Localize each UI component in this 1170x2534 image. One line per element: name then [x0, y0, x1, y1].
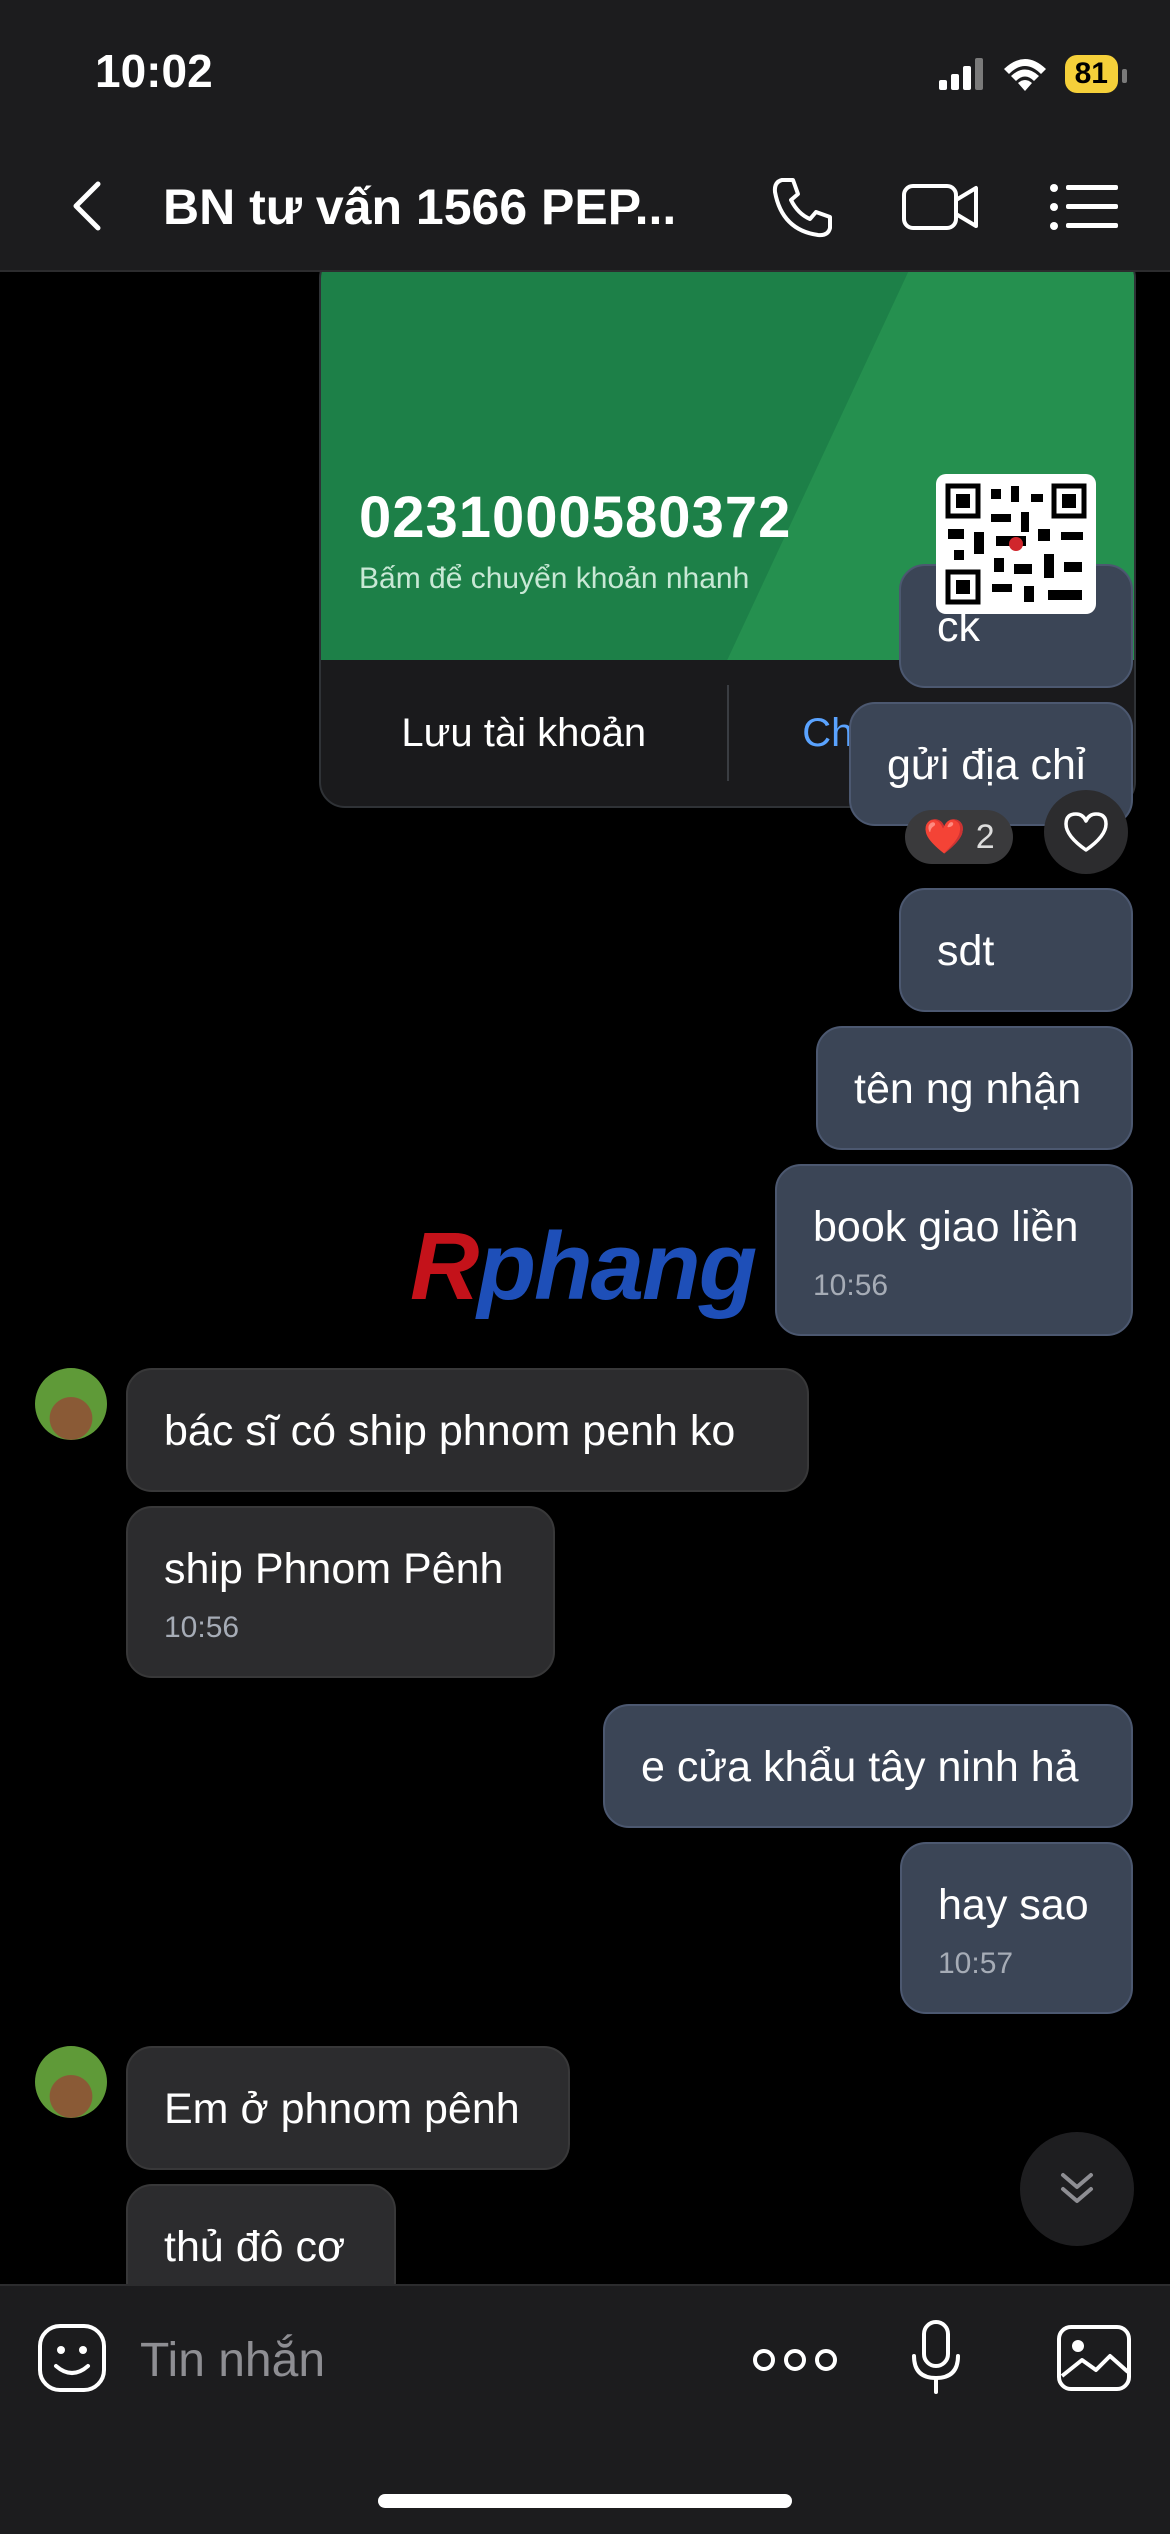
message-text: thủ đô cơ: [164, 2223, 346, 2271]
message-text: sdt: [937, 927, 995, 975]
sticker-icon[interactable]: [36, 2322, 108, 2394]
image-icon[interactable]: [1056, 2324, 1132, 2392]
chat-messages[interactable]: 0231000580372 Bấm để chuyển khoản nhanh: [0, 272, 1170, 2284]
message-composer: [0, 2284, 1170, 2534]
transfer-hint: Bấm để chuyển khoản nhanh: [359, 562, 750, 595]
message-time: 10:56: [813, 1269, 889, 1302]
video-call-icon[interactable]: [900, 172, 980, 242]
message-text: e cửa khẩu tây ninh hả: [641, 1743, 1079, 1791]
phone-icon[interactable]: [768, 172, 838, 242]
menu-icon[interactable]: [1046, 172, 1120, 242]
signal-icon: [938, 58, 983, 90]
save-account-button[interactable]: Lưu tài khoản: [321, 711, 727, 756]
more-options-icon[interactable]: [752, 2340, 838, 2380]
message-bubble[interactable]: bác sĩ có ship phnom penh ko: [126, 1368, 809, 1492]
message-bubble[interactable]: book giao liền 10:56: [775, 1164, 1133, 1336]
message-bubble[interactable]: ship Phnom Pênh 10:56: [126, 1506, 555, 1678]
message-bubble[interactable]: tên ng nhận: [816, 1026, 1133, 1150]
message-time: 10:57: [938, 1947, 1014, 1980]
message-bubble[interactable]: hay sao 10:57: [900, 1842, 1133, 2014]
chat-header: BN tư vấn 1566 PEP...: [0, 140, 1170, 272]
message-text: Em ở phnom pênh: [164, 2085, 520, 2133]
message-text: tên ng nhận: [854, 1065, 1082, 1113]
message-text: book giao liền: [813, 1203, 1079, 1251]
microphone-icon[interactable]: [906, 2318, 966, 2398]
wifi-icon: [1003, 59, 1046, 91]
reaction-count: 2: [975, 817, 995, 856]
message-text: gửi địa chỉ: [887, 741, 1086, 789]
message-input[interactable]: [140, 2328, 700, 2392]
home-indicator: [378, 2494, 792, 2508]
message-text: hay sao: [938, 1881, 1089, 1929]
message-bubble[interactable]: Em ở phnom pênh: [126, 2046, 570, 2170]
double-chevron-down-icon: [1061, 2173, 1093, 2203]
qr-code-icon[interactable]: [936, 474, 1096, 614]
avatar[interactable]: [35, 2046, 107, 2118]
message-bubble[interactable]: e cửa khẩu tây ninh hả: [603, 1704, 1133, 1828]
message-text: bác sĩ có ship phnom penh ko: [164, 1407, 736, 1455]
battery-indicator: 81: [1064, 55, 1128, 93]
avatar[interactable]: [35, 1368, 107, 1440]
message-text: ship Phnom Pênh: [164, 1545, 504, 1593]
chat-title[interactable]: BN tư vấn 1566 PEP...: [163, 178, 676, 236]
react-button[interactable]: [1044, 790, 1128, 874]
message-time: 10:56: [164, 1611, 240, 1644]
scroll-to-bottom-button[interactable]: [1020, 2132, 1134, 2246]
reaction-badge[interactable]: ❤️ 2: [905, 810, 1013, 864]
message-bubble[interactable]: sdt: [899, 888, 1133, 1012]
bank-card-banner[interactable]: 0231000580372 Bấm để chuyển khoản nhanh: [321, 272, 1134, 660]
status-bar: 10:02 81: [0, 0, 1170, 140]
message-bubble[interactable]: thủ đô cơ: [126, 2184, 396, 2284]
account-number: 0231000580372: [359, 485, 792, 550]
heart-reaction-icon: ❤️: [923, 818, 966, 856]
watermark-logo: Rphang: [410, 1213, 757, 1320]
status-time: 10:02: [95, 45, 213, 97]
heart-outline-icon: [1064, 812, 1108, 852]
back-icon[interactable]: [60, 176, 120, 236]
